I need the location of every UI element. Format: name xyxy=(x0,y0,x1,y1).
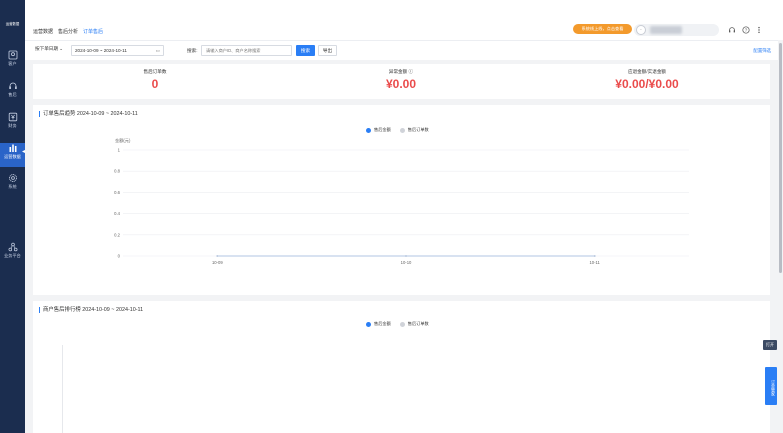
stat-abnormal-amount: 异常金额 ⓘ ¥0.00 xyxy=(341,69,461,91)
y-tick-label: 0.2 xyxy=(114,232,120,237)
stat-title-text: 异常金额 xyxy=(388,69,408,74)
breadcrumb-item[interactable]: 运营数据 xyxy=(33,28,53,35)
data-point xyxy=(216,255,219,257)
data-point xyxy=(405,255,407,257)
sidebar-item-customer[interactable]: 客户 xyxy=(0,50,25,74)
stats-panel: 售后订单数 0 异常金额 ⓘ ¥0.00 应退金额/实退金额 ¥0.00/¥0.… xyxy=(33,64,770,99)
config-filter-link[interactable]: 配置筛选 xyxy=(753,48,771,54)
top-bar: 运营数据 售后分析 订单售后 系统线上线，点击查看 · ? xyxy=(25,0,783,40)
card-title: 商户售后排行榜 2024-10-09 ~ 2024-10-11 xyxy=(39,307,143,313)
sidebar-item-label: 业务平台 xyxy=(4,253,21,258)
date-range-picker[interactable]: 2024-10-09 ~ 2024-10-11 ▭ xyxy=(71,45,164,56)
svg-text:?: ? xyxy=(744,28,747,34)
stat-title: 异常金额 ⓘ xyxy=(341,69,461,75)
rank-axis-line xyxy=(62,345,63,433)
stat-value: 0 xyxy=(151,77,159,91)
sidebar-item-system[interactable]: 系统 xyxy=(0,173,25,197)
open-tag[interactable]: 打开 xyxy=(763,340,777,350)
help-icon[interactable]: ? xyxy=(741,26,750,35)
legend-label: 售后金额 xyxy=(374,321,391,326)
user-name-blurred xyxy=(650,26,682,34)
search-label: 搜索: xyxy=(187,48,198,53)
y-tick-label: 0.4 xyxy=(114,211,120,216)
collapse-arrow-icon[interactable]: ◂ xyxy=(22,148,27,156)
search-input[interactable] xyxy=(201,45,292,56)
y-axis-label: 金额(元) xyxy=(115,137,131,144)
stat-refund-amount: 应退金额/实退金额 ¥0.00/¥0.00 xyxy=(587,69,707,91)
date-type-value: 按下单日期 xyxy=(35,46,58,51)
data-point xyxy=(593,255,596,257)
legend-swatch xyxy=(399,321,405,327)
search-button[interactable]: 搜索 xyxy=(296,45,315,56)
headset-icon xyxy=(8,82,17,89)
stat-value: ¥0.00/¥0.00 xyxy=(615,77,679,91)
chevron-down-icon: ⌄ xyxy=(59,46,64,51)
stat-aftersale-orders: 售后订单数 0 xyxy=(95,69,215,91)
sidebar-item-business-platform[interactable]: 业务平台 xyxy=(0,242,25,266)
calendar-icon: ▭ xyxy=(155,48,160,53)
legend-item[interactable]: 售后金额 xyxy=(366,321,391,327)
rank-card: 商户售后排行榜 2024-10-09 ~ 2024-10-11 售后金额 售后订… xyxy=(33,301,770,433)
y-tick-label: 1 xyxy=(118,148,121,153)
breadcrumb-item[interactable]: 售后分析 xyxy=(58,28,78,35)
legend-label: 售后订单数 xyxy=(407,321,429,326)
stat-title: 应退金额/实退金额 xyxy=(627,69,667,74)
sidebar-item-label: 客户 xyxy=(8,61,17,66)
stat-value: ¥0.00 xyxy=(385,77,417,91)
breadcrumb-current: 订单售后 xyxy=(83,29,104,35)
legend-item[interactable]: 售后订单数 xyxy=(399,321,429,327)
app-logo: 运营数据 xyxy=(5,22,20,26)
network-icon xyxy=(8,242,17,252)
y-tick-label: 0 xyxy=(118,254,121,259)
x-tick-label: 10-10 xyxy=(401,260,412,265)
avatar: · xyxy=(636,25,646,35)
x-tick-label: 10-11 xyxy=(589,260,600,265)
sidebar-item-label: 财务 xyxy=(8,123,17,128)
promo-badge[interactable]: 系统线上线，点击查看 xyxy=(573,24,632,34)
y-tick-label: 0.6 xyxy=(114,190,120,195)
date-range-value: 2024-10-09 ~ 2024-10-11 xyxy=(75,48,127,53)
export-button[interactable]: 导出 xyxy=(318,45,337,56)
legend-swatch xyxy=(366,321,371,327)
user-menu[interactable]: · xyxy=(634,24,719,36)
trend-card: 订单售后趋势 2024-10-09 ~ 2024-10-11 售后金额 售后订单… xyxy=(33,105,770,295)
info-icon[interactable]: ⓘ xyxy=(409,69,414,74)
y-tick-label: 0.8 xyxy=(114,169,120,174)
finance-icon xyxy=(8,112,17,122)
date-type-select[interactable]: 按下单日期 ⌄ xyxy=(35,46,63,52)
chart-legend: 售后金额 售后订单数 xyxy=(366,321,429,327)
filter-bar: 按下单日期 ⌄ 2024-10-09 ~ 2024-10-11 ▭ 搜索: 搜索… xyxy=(25,40,783,60)
user-frame-icon xyxy=(8,50,17,60)
gear-icon xyxy=(8,174,17,182)
bar-chart-icon xyxy=(9,144,16,152)
trend-line-chart: 金额(元) 0 0.2 0.4 0.6 0.8 1 10-09 10-10 10-11 xyxy=(114,137,689,265)
sidebar-item-finance[interactable]: 财务 xyxy=(0,112,25,136)
headset-icon[interactable] xyxy=(727,26,736,35)
x-tick-label: 10-09 xyxy=(212,260,223,265)
sidebar-item-label: 系统 xyxy=(8,184,17,189)
sidebar-item-aftersale[interactable]: 售后 xyxy=(0,81,25,105)
page-scrollbar[interactable] xyxy=(778,40,783,433)
sidebar: 运营数据 客户 售后 财务 运营数据 ◂ 系统 业务平台 xyxy=(0,0,25,433)
order-assistant-tag[interactable]: 订单管家 xyxy=(765,367,777,405)
breadcrumb: 运营数据 售后分析 订单售后 xyxy=(33,28,103,35)
scrollbar-thumb[interactable] xyxy=(779,43,782,273)
more-vertical-icon[interactable] xyxy=(754,26,763,35)
stat-title: 售后订单数 xyxy=(143,69,167,74)
sidebar-item-label: 售后 xyxy=(8,92,17,97)
